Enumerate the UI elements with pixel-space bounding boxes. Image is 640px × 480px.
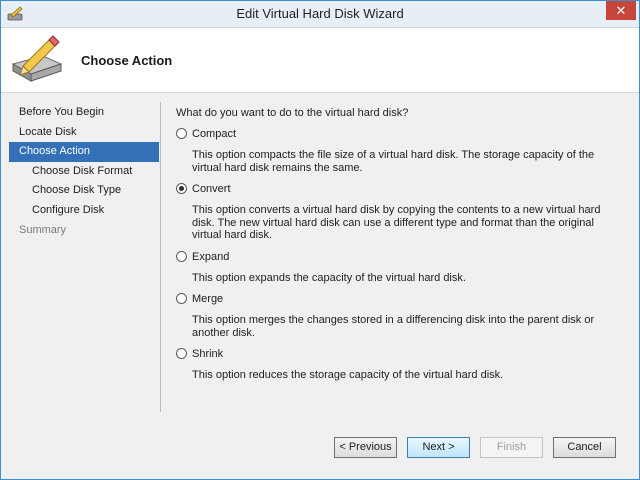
wizard-footer: < Previous Next > Finish Cancel bbox=[1, 423, 639, 479]
previous-button[interactable]: < Previous bbox=[334, 437, 397, 458]
radio-convert-row[interactable]: Convert bbox=[176, 181, 631, 197]
radio-convert[interactable] bbox=[176, 183, 187, 194]
close-button[interactable]: ✕ bbox=[606, 1, 636, 20]
option-merge-description: This option merges the changes stored in… bbox=[192, 314, 595, 339]
radio-merge[interactable] bbox=[176, 293, 187, 304]
nav-item-configure-disk[interactable]: Configure Disk bbox=[9, 201, 159, 221]
wizard-content: Before You Begin Locate Disk Choose Acti… bbox=[1, 93, 639, 423]
radio-merge-label[interactable]: Merge bbox=[192, 291, 223, 307]
nav-item-before-you-begin[interactable]: Before You Begin bbox=[9, 103, 159, 123]
nav-item-choose-disk-format[interactable]: Choose Disk Format bbox=[9, 162, 159, 182]
page-title: Choose Action bbox=[81, 53, 173, 68]
radio-expand-label[interactable]: Expand bbox=[192, 249, 229, 265]
wizard-header: Choose Action bbox=[1, 28, 639, 93]
hard-disk-pencil-icon bbox=[11, 35, 63, 82]
option-shrink: Shrink This option reduces the storage c… bbox=[176, 346, 631, 382]
question-label: What do you want to do to the virtual ha… bbox=[176, 107, 409, 119]
nav-item-summary: Summary bbox=[19, 223, 67, 236]
option-convert: Convert This option converts a virtual h… bbox=[176, 181, 631, 242]
option-expand-description: This option expands the capacity of the … bbox=[192, 271, 466, 284]
nav-item-locate-disk[interactable]: Locate Disk bbox=[9, 123, 159, 143]
option-compact-description: This option compacts the file size of a … bbox=[192, 149, 595, 174]
cancel-button[interactable]: Cancel bbox=[553, 437, 616, 458]
wizard-nav: Before You Begin Locate Disk Choose Acti… bbox=[9, 103, 159, 240]
radio-compact[interactable] bbox=[176, 128, 187, 139]
option-compact: Compact This option compacts the file si… bbox=[176, 126, 631, 174]
window-title: Edit Virtual Hard Disk Wizard bbox=[236, 6, 404, 21]
radio-expand-row[interactable]: Expand bbox=[176, 249, 631, 265]
radio-compact-row[interactable]: Compact bbox=[176, 126, 631, 142]
radio-shrink-label[interactable]: Shrink bbox=[192, 346, 223, 362]
radio-compact-label[interactable]: Compact bbox=[192, 126, 236, 142]
next-button[interactable]: Next > bbox=[407, 437, 470, 458]
radio-shrink[interactable] bbox=[176, 348, 187, 359]
option-shrink-description: This option reduces the storage capacity… bbox=[192, 369, 504, 381]
finish-button: Finish bbox=[480, 437, 543, 458]
nav-divider bbox=[160, 102, 161, 412]
nav-item-choose-action[interactable]: Choose Action bbox=[9, 142, 159, 162]
action-panel: What do you want to do to the virtual ha… bbox=[176, 107, 631, 382]
option-convert-description: This option converts a virtual hard disk… bbox=[192, 204, 601, 241]
wizard-window: Edit Virtual Hard Disk Wizard ✕ Choose A… bbox=[0, 0, 640, 480]
radio-shrink-row[interactable]: Shrink bbox=[176, 346, 631, 362]
radio-expand[interactable] bbox=[176, 250, 187, 262]
option-expand: Expand This option expands the capacity … bbox=[176, 249, 631, 285]
title-bar: Edit Virtual Hard Disk Wizard ✕ bbox=[1, 1, 639, 28]
radio-merge-row[interactable]: Merge bbox=[176, 291, 631, 307]
radio-convert-label[interactable]: Convert bbox=[192, 181, 231, 197]
nav-item-choose-disk-type[interactable]: Choose Disk Type bbox=[9, 181, 159, 201]
option-merge: Merge This option merges the changes sto… bbox=[176, 291, 631, 339]
